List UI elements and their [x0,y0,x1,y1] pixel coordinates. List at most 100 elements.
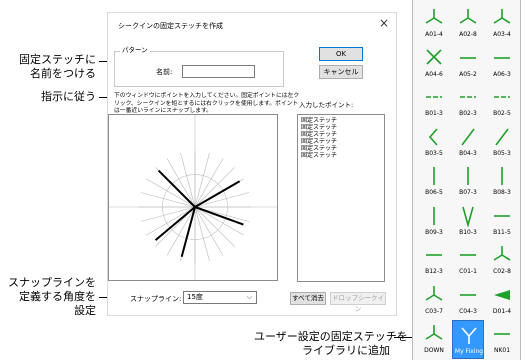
entered-point-item[interactable]: 固定ステッチ [301,145,384,152]
dashed-line-icon [494,96,510,98]
palette-item[interactable]: A06-3 [486,44,518,83]
horizontal-line-icon [460,56,476,59]
palette-item[interactable]: B08-3 [486,162,518,201]
palette-item[interactable]: A04-6 [418,44,450,83]
entered-point-item[interactable]: 固定ステッチ [301,131,384,138]
y-three-prong-icon [425,9,443,24]
y-three-prong-icon [425,325,443,340]
entered-point-item[interactable]: 固定ステッチ [301,124,384,131]
palette-item-label: B07-3 [459,189,477,196]
palette-item-label: C01-1 [459,268,477,275]
snap-angle-value: 15度 [187,293,203,301]
palette-item[interactable]: B07-3 [452,162,484,201]
palette-item[interactable]: C04-3 [452,281,484,320]
palette-item[interactable]: B06-5 [418,162,450,201]
pattern-group-label: パターン [120,44,150,54]
horizontal-line-icon [460,254,476,256]
entered-point-item[interactable]: 固定ステッチ [301,152,384,159]
snap-line [194,206,210,262]
palette-item-label: D01-4 [492,307,512,315]
palette-item[interactable]: B01-3 [418,83,450,122]
fixing-stitch [154,206,196,241]
palette-item-label: B03-5 [425,149,443,157]
palette-item[interactable]: DOWN [418,320,450,359]
palette-item[interactable]: B02-5 [486,83,518,122]
name-label: 名前: [156,68,173,76]
palette-item-label: B02-3 [459,110,477,117]
diagonal-line-icon [495,128,509,145]
instructions-text: 下のウィンドウにポイントを入力してください。固定ポイントには左クリック、シークイ… [114,93,300,114]
palette-item-label: A03-4 [493,31,511,38]
palette-item-label: B06-5 [425,189,443,196]
palette-item[interactable]: D01-4 [486,281,518,320]
cancel-button[interactable]: キャンセル [319,65,363,79]
palette-item[interactable]: My Fixing [452,320,484,359]
dialog-title: シークインの固定ステッチを作成 [118,22,223,30]
chevron-left-icon [428,127,438,146]
palette-item[interactable]: C01-1 [452,241,484,280]
fixing-library-palette: A01-4 A02-8 A03-4 A04-6 A05-2 A06-3 B01-3 B02-3… [412,0,521,360]
palette-item[interactable]: A05-2 [452,44,484,83]
dashed-line-icon [460,96,476,98]
palette-item-label: B05-3 [493,149,511,157]
palette-item[interactable]: B04-3 [452,123,484,162]
palette-item-label: B02-5 [493,110,511,117]
create-sequin-fixing-dialog: シークインの固定ステッチを作成 × パターン 名前: OK キャンセル 下のウィ… [107,12,397,316]
palette-item-label: C03-7 [425,307,443,315]
callout-line-1: スナップラインを [8,276,96,289]
wedge-icon [494,289,510,300]
snap-angle-select[interactable]: 15度 ⌵ [183,291,257,304]
callout-line-2: ライブラリに追加 [302,344,390,357]
palette-item[interactable]: C03-7 [418,281,450,320]
entered-point-item[interactable]: 固定ステッチ [301,138,384,145]
palette-item[interactable]: A02-8 [452,4,484,43]
y-three-prong-icon [493,246,511,261]
vertical-line-icon [433,167,435,185]
ok-button[interactable]: OK [319,47,363,61]
palette-item-label: A02-8 [459,31,477,38]
palette-item-label: B10-3 [459,228,477,236]
palette-item[interactable]: NK01 [486,320,518,359]
callout-text: 指示に従う [41,90,96,103]
snap-line-label: スナップライン: [130,295,182,303]
diagonal-line-icon [461,128,475,145]
point-entry-canvas[interactable] [108,114,278,281]
palette-item[interactable]: B11-5 [486,202,518,241]
palette-item[interactable]: B05-3 [486,123,518,162]
palette-item[interactable]: B03-5 [418,123,450,162]
entered-point-item[interactable]: 固定ステッチ [301,117,384,124]
snap-line [194,206,235,247]
palette-item-label: B04-3 [459,149,477,157]
horizontal-line-icon [494,214,510,217]
vertical-line-icon [433,206,435,225]
palette-item-label: B01-3 [425,110,443,117]
palette-item-label: B12-3 [425,268,443,275]
y-three-prong-icon [425,285,443,301]
palette-item-label: C04-3 [459,307,477,315]
y-three-prong-icon [493,9,511,24]
name-input[interactable] [182,65,255,78]
callout-line-3: 設定 [74,304,96,317]
palette-item[interactable]: C02-8 [486,241,518,280]
close-icon[interactable]: × [379,16,389,30]
palette-item[interactable]: A03-4 [486,4,518,43]
entered-points-list[interactable]: 固定ステッチ 固定ステッチ 固定ステッチ 固定ステッチ 固定ステッチ 固定ステッチ [297,114,385,282]
chevron-down-icon[interactable]: ⌵ [247,292,252,303]
palette-item[interactable]: B12-3 [418,241,450,280]
palette-item-label: DOWN [424,347,444,354]
palette-item[interactable]: B10-3 [452,202,484,241]
palette-item[interactable]: B02-3 [452,83,484,122]
snap-line [194,206,224,256]
fixing-stitch [180,206,196,258]
drop-sequin-button[interactable]: ドロップシークイン [330,292,386,313]
fixing-stitch [194,206,244,226]
callout-follow-instructions: 指示に従う [20,90,96,104]
palette-item[interactable]: A01-4 [418,4,450,43]
clear-all-button[interactable]: すべて消去 [290,292,326,305]
snap-wheel[interactable] [109,115,277,280]
snap-line [194,192,250,208]
v-shape-icon [462,206,474,227]
entered-points-label: 入力したポイント: [299,101,354,109]
palette-item-label: A04-6 [425,70,443,78]
palette-item[interactable]: B09-3 [418,202,450,241]
